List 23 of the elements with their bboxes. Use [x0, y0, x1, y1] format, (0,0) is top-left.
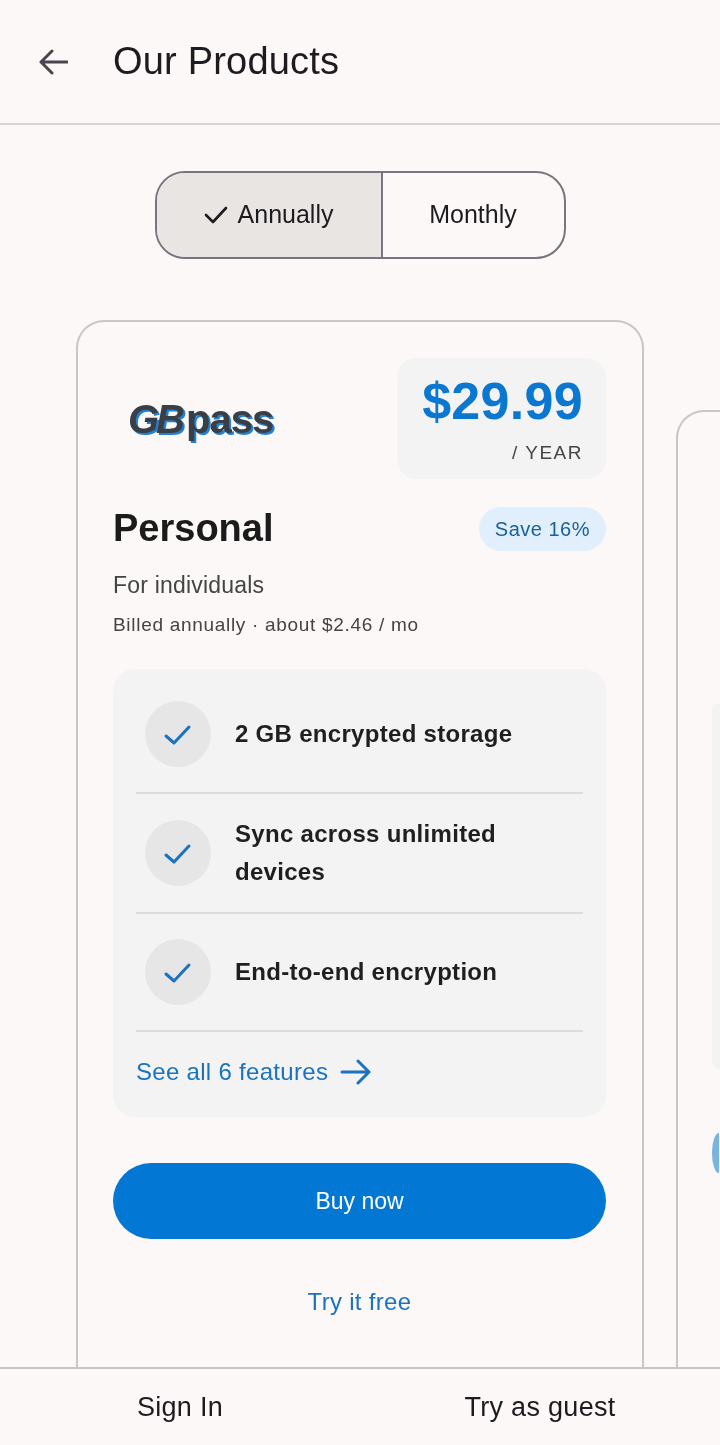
check-icon: [203, 206, 228, 224]
check-icon: [145, 820, 211, 887]
price-amount: $29.99: [421, 374, 583, 429]
plan-name: Personal: [113, 508, 274, 550]
try-free-link[interactable]: Try it free: [307, 1284, 412, 1321]
buy-button[interactable]: Buy now: [113, 1163, 606, 1240]
price-period: / YEAR: [511, 440, 583, 465]
check-icon: [145, 701, 211, 768]
brand-logo: GBpass: [128, 398, 274, 439]
feature-text: 2 GB encrypted storage: [235, 719, 513, 750]
check-icon: [145, 939, 211, 1006]
arrow-right-icon: [340, 1059, 373, 1086]
footer-button[interactable]: Try as guest: [456, 1382, 624, 1432]
features-link[interactable]: See all 6 features: [136, 1032, 373, 1118]
plan-subtitle: For individuals: [113, 571, 266, 601]
segment-button[interactable]: Annually: [156, 173, 383, 257]
segment-button[interactable]: Monthly: [382, 173, 564, 257]
footer-button[interactable]: Sign In: [128, 1382, 232, 1432]
feature-text: Sync across unlimited devices: [235, 819, 498, 888]
feature-text: End-to-end encryption: [235, 957, 498, 988]
savings-tag: Save 16%: [478, 507, 606, 552]
page-title: Our Products: [113, 38, 340, 84]
billing-note: Billed annually · about $2.46 / mo: [113, 612, 420, 637]
